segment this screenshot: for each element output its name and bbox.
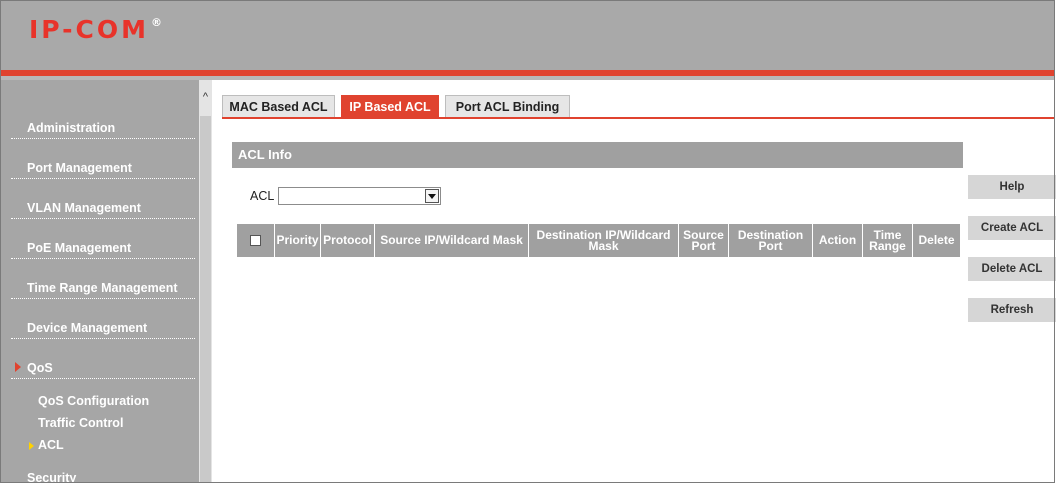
sidebar-item-label: Administration bbox=[27, 121, 116, 135]
sidebar: Administration Port Management VLAN Mana… bbox=[1, 80, 199, 483]
column-header-delete: Delete bbox=[918, 233, 955, 247]
tab-mac-based-acl[interactable]: MAC Based ACL bbox=[222, 95, 335, 117]
select-all-cell bbox=[237, 224, 275, 257]
sidebar-item-vlan-management[interactable]: VLAN Management bbox=[1, 183, 199, 219]
sidebar-subitem-traffic-control[interactable]: Traffic Control bbox=[38, 416, 123, 430]
logo-text: IP-COM bbox=[29, 15, 150, 44]
refresh-button[interactable]: Refresh bbox=[968, 298, 1056, 322]
selected-arrow-icon bbox=[29, 442, 34, 450]
scrollbar-thumb[interactable] bbox=[200, 116, 211, 483]
sidebar-item-qos[interactable]: QoS bbox=[1, 343, 199, 379]
sidebar-divider bbox=[11, 258, 195, 259]
tab-port-acl-binding[interactable]: Port ACL Binding bbox=[445, 95, 570, 117]
sidebar-subitem-acl[interactable]: ACL bbox=[38, 438, 64, 452]
sidebar-divider bbox=[11, 138, 195, 139]
acl-select[interactable] bbox=[278, 187, 441, 205]
sidebar-item-administration[interactable]: Administration bbox=[1, 103, 199, 139]
brand-logo: IP-COM ® bbox=[29, 15, 162, 44]
registered-mark: ® bbox=[151, 16, 163, 29]
sidebar-divider bbox=[11, 218, 195, 219]
chevron-down-icon[interactable] bbox=[425, 189, 439, 203]
expanded-arrow-icon bbox=[15, 362, 21, 372]
sidebar-item-label: PoE Management bbox=[27, 241, 132, 255]
sidebar-subitem-qos-configuration[interactable]: QoS Configuration bbox=[38, 394, 149, 408]
sidebar-divider bbox=[11, 378, 195, 379]
column-header-protocol: Protocol bbox=[321, 224, 375, 257]
sidebar-item-label: Port Management bbox=[27, 161, 132, 175]
sidebar-divider bbox=[11, 338, 195, 339]
column-header-priority: Priority bbox=[275, 224, 321, 257]
sidebar-item-security[interactable]: Security bbox=[27, 471, 76, 483]
create-acl-button[interactable]: Create ACL bbox=[968, 216, 1056, 240]
sidebar-item-poe-management[interactable]: PoE Management bbox=[1, 223, 199, 259]
sidebar-item-time-range-management[interactable]: Time Range Management bbox=[1, 263, 199, 299]
section-title: ACL Info bbox=[232, 142, 963, 168]
column-header-destination-port: Destination Port bbox=[729, 224, 813, 257]
sidebar-divider bbox=[11, 178, 195, 179]
column-header-action: Action bbox=[813, 224, 863, 257]
acl-label: ACL bbox=[250, 189, 275, 203]
sidebar-item-port-management[interactable]: Port Management bbox=[1, 143, 199, 179]
delete-acl-button[interactable]: Delete ACL bbox=[968, 257, 1056, 281]
column-header-destination-ip: Destination IP/Wildcard Mask bbox=[529, 224, 679, 257]
sidebar-item-label: Time Range Management bbox=[27, 281, 178, 295]
column-header-time-range: Time Range bbox=[863, 224, 913, 257]
column-header-source-ip: Source IP/Wildcard Mask bbox=[375, 224, 529, 257]
header-bar: IP-COM ® bbox=[1, 1, 1055, 70]
column-header-source-port: Source Port bbox=[679, 224, 729, 257]
scroll-up-icon[interactable]: ^ bbox=[200, 91, 211, 103]
sidebar-divider bbox=[11, 298, 195, 299]
sidebar-item-label: QoS bbox=[27, 361, 53, 375]
select-all-checkbox[interactable] bbox=[250, 235, 261, 246]
sidebar-item-label: VLAN Management bbox=[27, 201, 141, 215]
tab-underline bbox=[222, 117, 1055, 119]
tab-ip-based-acl[interactable]: IP Based ACL bbox=[341, 95, 439, 117]
acl-table-header: Priority Protocol Source IP/Wildcard Mas… bbox=[237, 224, 960, 257]
sidebar-item-device-management[interactable]: Device Management bbox=[1, 303, 199, 339]
sidebar-item-label: Device Management bbox=[27, 321, 148, 335]
help-button[interactable]: Help bbox=[968, 175, 1056, 199]
